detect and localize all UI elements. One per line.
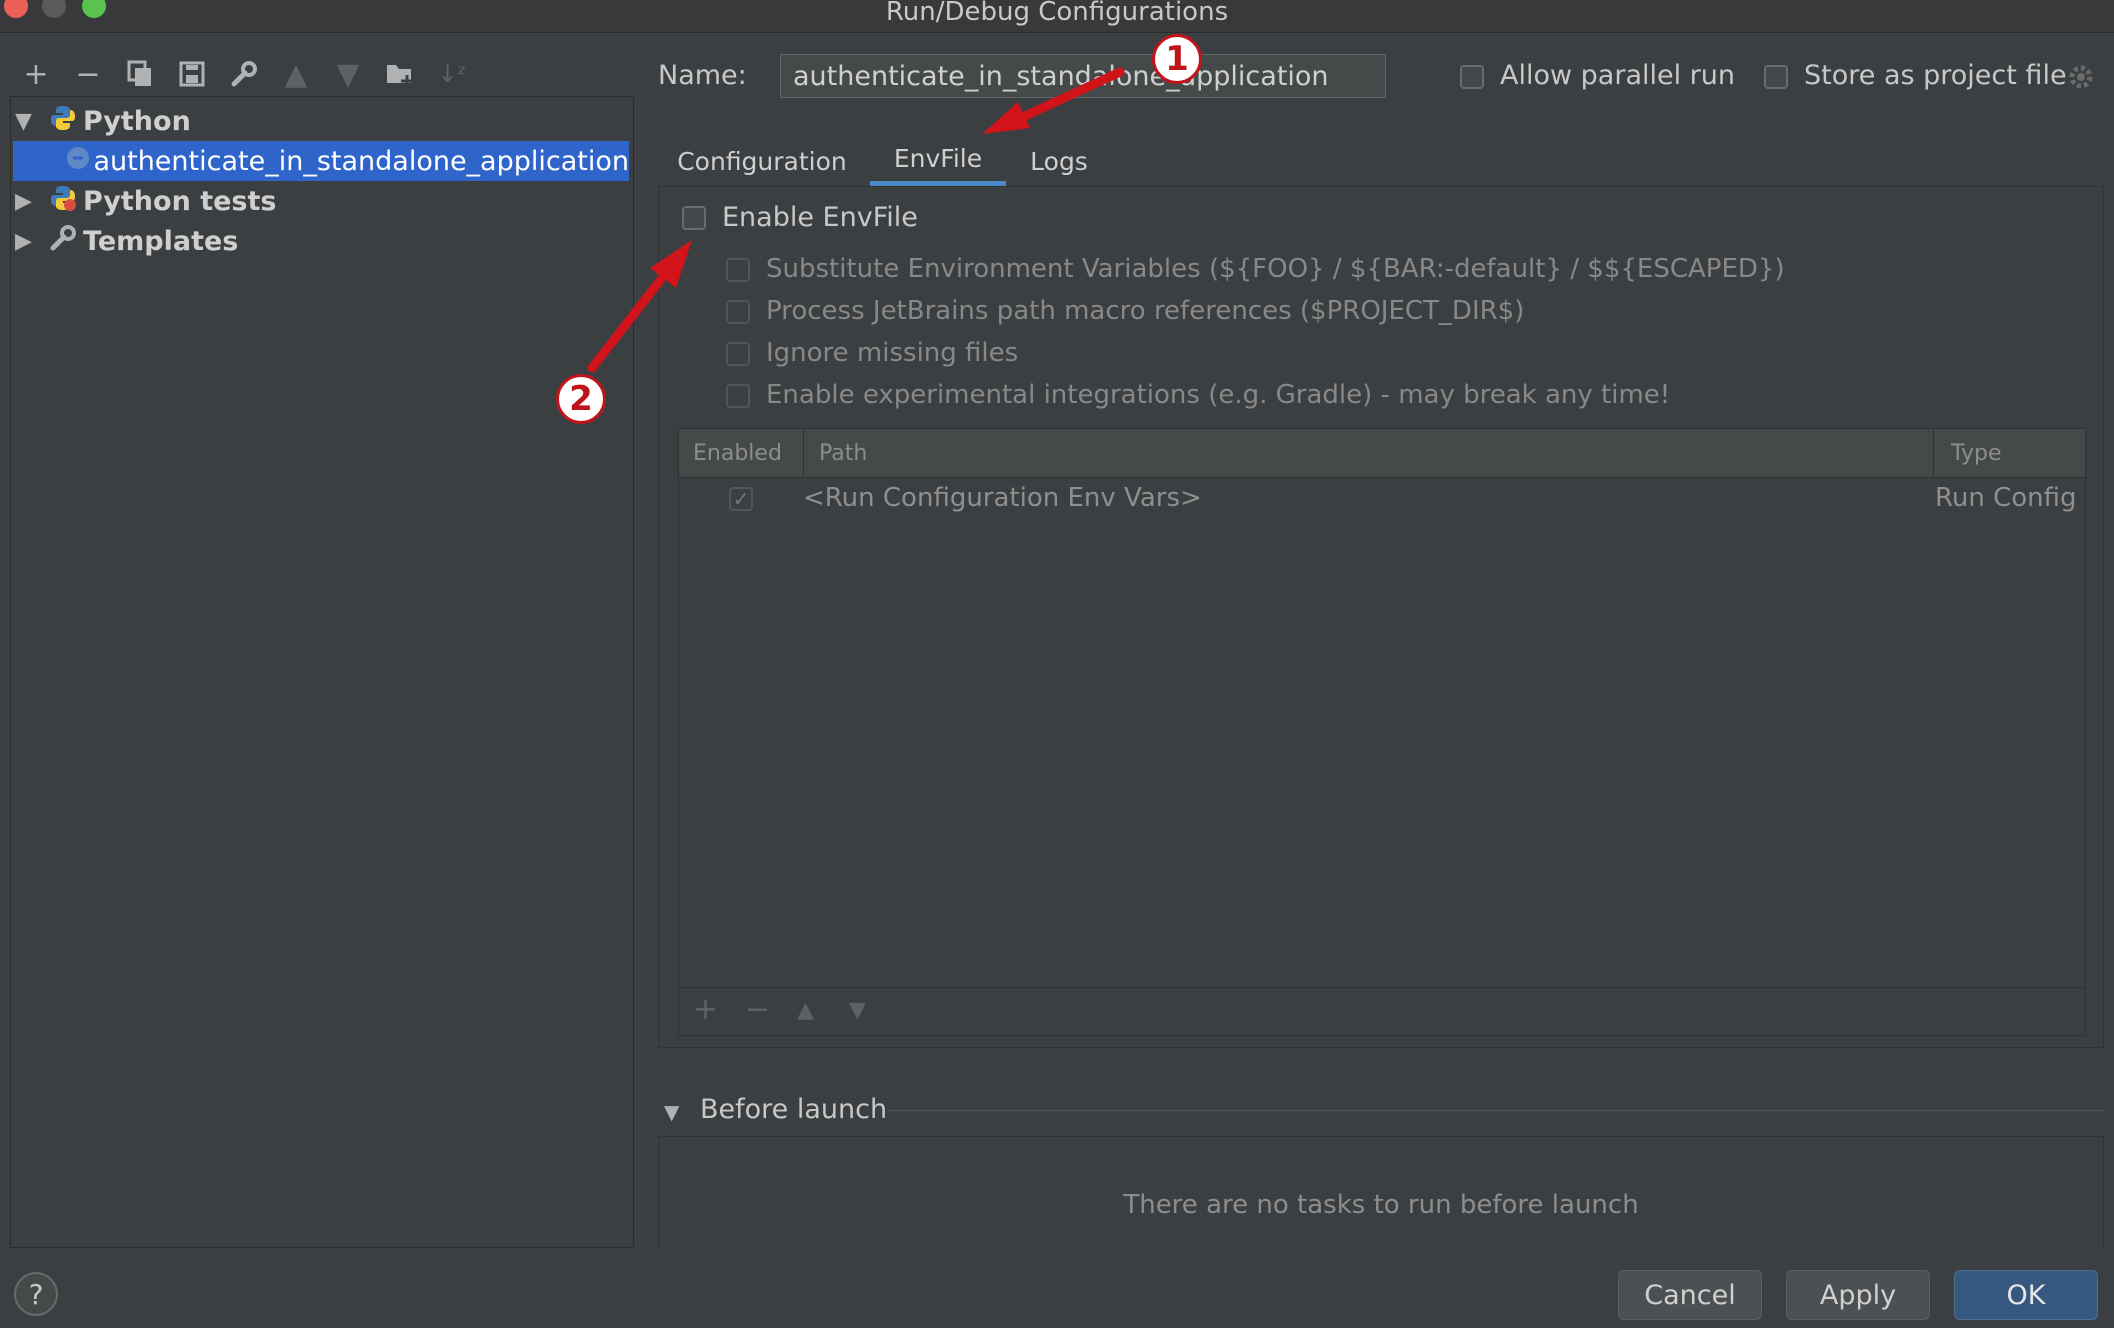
annotation-arrows bbox=[587, 67, 1125, 373]
annotation-badge-1: 1 bbox=[1152, 34, 1202, 84]
annotation-badge-2: 2 bbox=[556, 374, 606, 424]
